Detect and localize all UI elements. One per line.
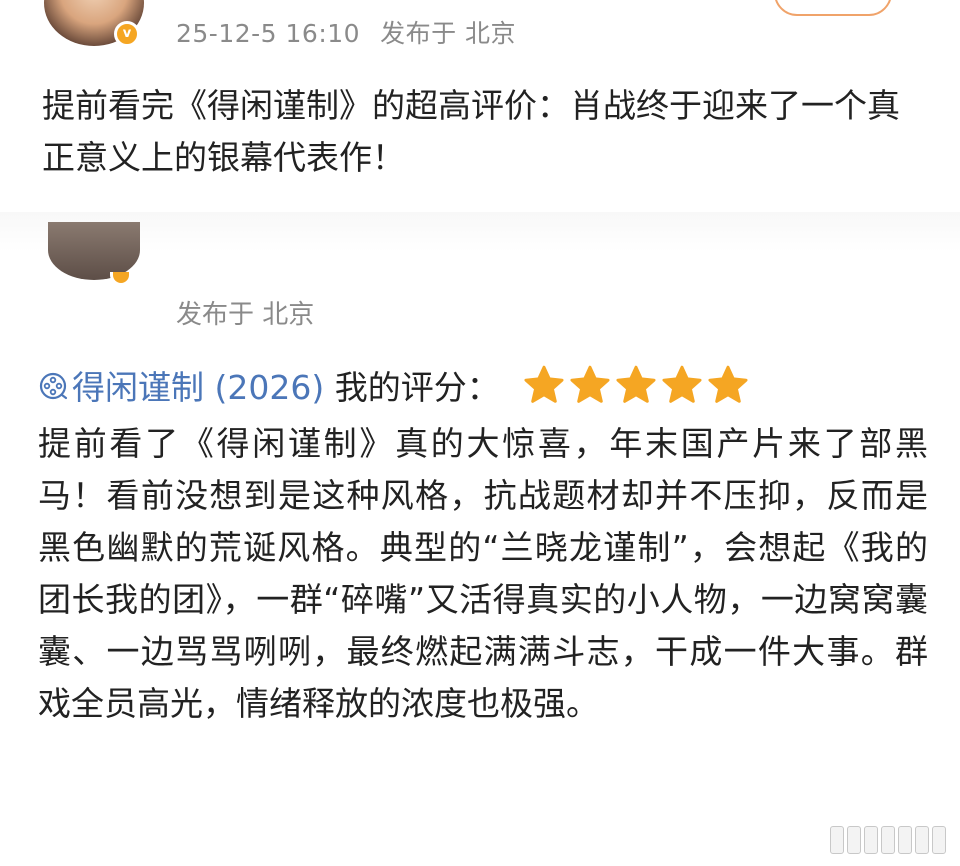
rating-line: 得闲谨制 (2026) 我的评分： — [38, 360, 938, 416]
watermark-logo — [830, 826, 950, 856]
star-rating — [522, 365, 752, 424]
verified-badge-icon: v — [114, 21, 140, 47]
post-text: 提前看完《得闲谨制》的超高评价：肖战终于迎来了一个真正意义上的银幕代表作！ — [42, 86, 900, 177]
post-meta: 25-12-5 16:10 发布于 北京 — [176, 14, 516, 50]
post-location: 发布于 北京 — [380, 19, 517, 48]
film-reel-icon — [38, 362, 68, 418]
star-icon — [614, 365, 658, 424]
post-timestamp: 25-12-5 16:10 — [176, 19, 361, 48]
star-icon — [660, 365, 704, 424]
movie-title: 得闲谨制 (2026) — [72, 368, 325, 407]
star-icon — [568, 365, 612, 424]
verified-badge-icon — [110, 272, 132, 286]
star-icon — [522, 365, 566, 424]
post-location: 发布于 北京 — [176, 300, 315, 330]
follow-button[interactable] — [774, 0, 892, 16]
post-card-1: v 25-12-5 16:10 发布于 北京 提前看完《得闲谨制》的超高评价：肖战… — [0, 0, 960, 215]
rating-label: 我的评分： — [334, 368, 500, 407]
post-text: 提前看了《得闲谨制》真的大惊喜，年末国产片来了部黑马！看前没想到是这种风格，抗战… — [38, 424, 928, 723]
movie-link[interactable]: 得闲谨制 (2026) — [38, 368, 335, 407]
post-card-2: 发布于 北京 得闲谨制 (2026) 我的评分： 提前看了《得闲谨制》真的大惊喜… — [0, 222, 960, 866]
post-divider — [0, 212, 960, 252]
star-icon — [706, 365, 750, 424]
